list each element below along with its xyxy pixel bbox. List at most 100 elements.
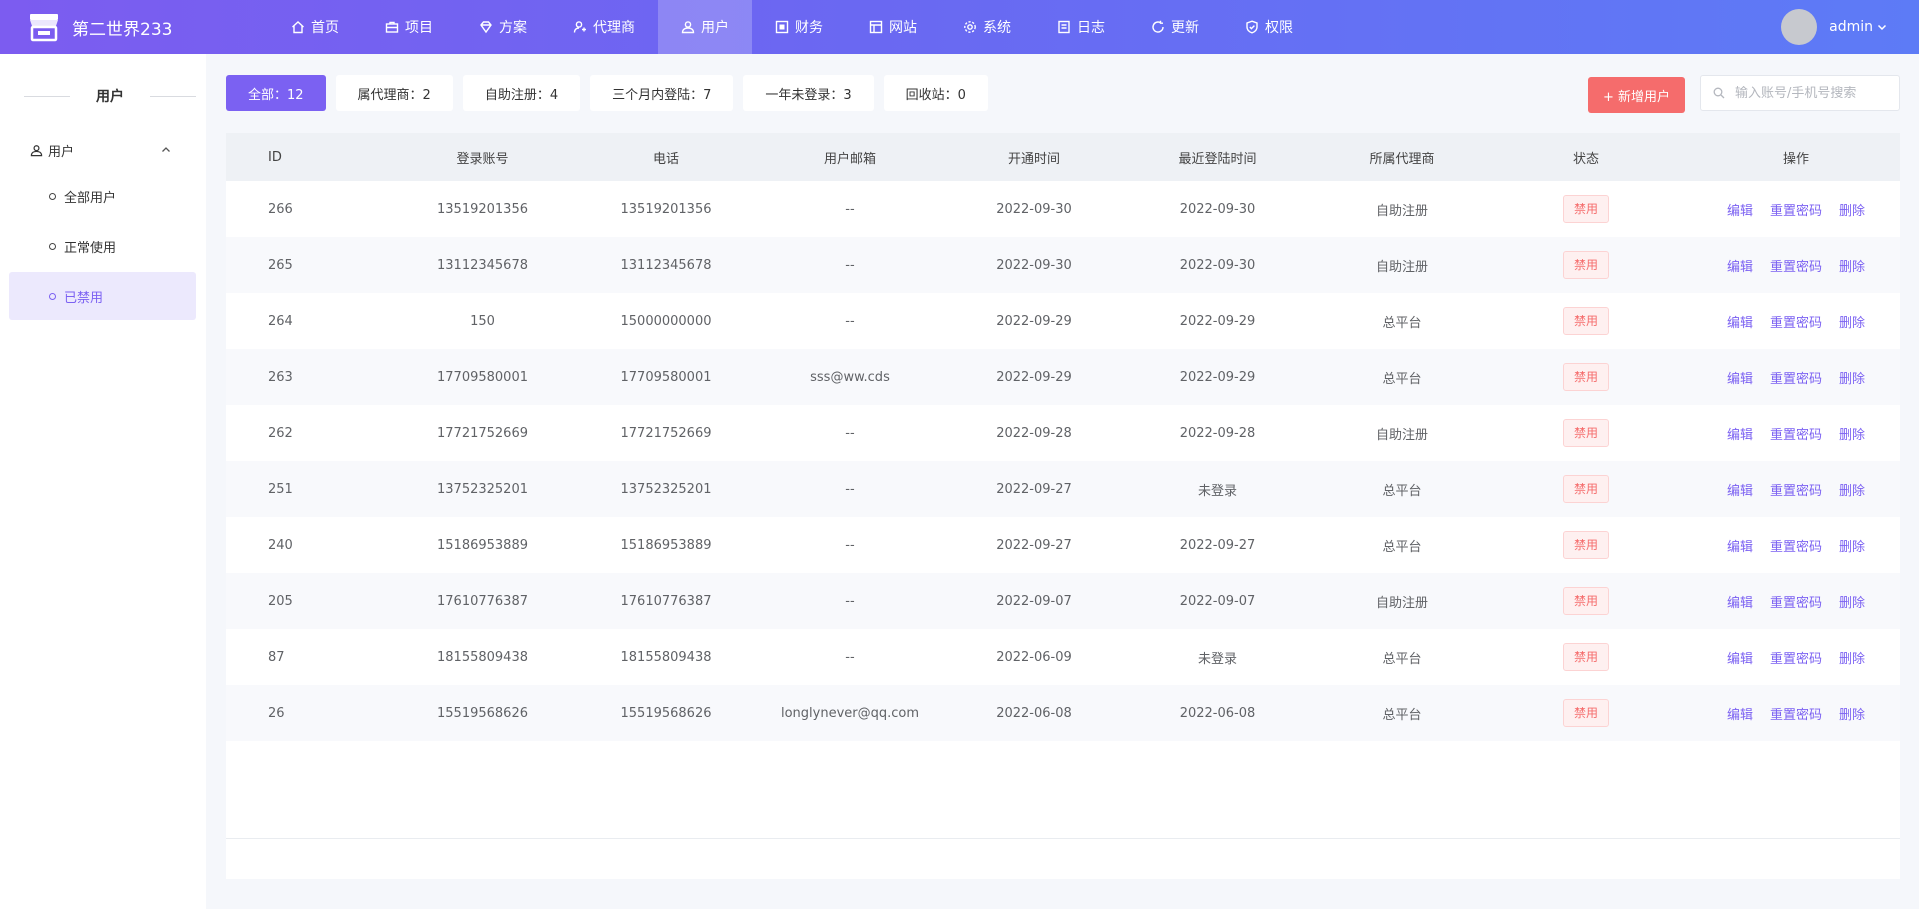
edit-link[interactable]: 编辑 bbox=[1727, 592, 1753, 611]
nav-finance[interactable]: 财务 bbox=[752, 0, 846, 54]
cell-status: 禁用 bbox=[1480, 643, 1692, 671]
delete-link[interactable]: 删除 bbox=[1839, 648, 1865, 667]
delete-link[interactable]: 删除 bbox=[1839, 480, 1865, 499]
avatar[interactable] bbox=[1781, 9, 1818, 45]
edit-link[interactable]: 编辑 bbox=[1727, 648, 1753, 667]
column-header-account[interactable]: 登录账号 bbox=[376, 148, 589, 167]
status-badge[interactable]: 禁用 bbox=[1562, 251, 1609, 279]
cell-agent: 自助注册 bbox=[1375, 203, 1428, 219]
reset-password-link[interactable]: 重置密码 bbox=[1770, 200, 1822, 219]
delete-link[interactable]: 删除 bbox=[1839, 424, 1865, 443]
nav-updates[interactable]: 更新 bbox=[1128, 0, 1222, 54]
status-badge[interactable]: 禁用 bbox=[1562, 419, 1609, 447]
sidebar-item-all-users[interactable]: 全部用户 bbox=[9, 172, 196, 220]
cell-status: 禁用 bbox=[1480, 475, 1692, 503]
filter-all[interactable]: 全部：12 bbox=[226, 75, 326, 111]
sidebar-item-disabled-users[interactable]: 已禁用 bbox=[9, 272, 196, 320]
edit-link[interactable]: 编辑 bbox=[1727, 312, 1753, 331]
edit-link[interactable]: 编辑 bbox=[1727, 704, 1753, 723]
table-row: 87 18155809438 18155809438 -- 2022-06-09 未登录 总… bbox=[226, 629, 1900, 685]
user-menu[interactable]: admin bbox=[1781, 0, 1887, 54]
status-badge[interactable]: 禁用 bbox=[1562, 587, 1609, 615]
sidebar-group-users[interactable]: 用户 bbox=[0, 132, 206, 168]
reset-password-link[interactable]: 重置密码 bbox=[1770, 648, 1822, 667]
filter-self-registered[interactable]: 自助注册：4 bbox=[462, 75, 581, 111]
filter-agent[interactable]: 属代理商：2 bbox=[335, 75, 453, 111]
delete-link[interactable]: 删除 bbox=[1839, 256, 1865, 275]
column-header-id[interactable]: ID bbox=[226, 150, 376, 165]
reset-password-link[interactable]: 重置密码 bbox=[1770, 424, 1822, 443]
cell-actions: 编辑 重置密码 删除 bbox=[1692, 312, 1900, 331]
cell-phone: 17709580001 bbox=[620, 369, 712, 385]
search-input[interactable] bbox=[1735, 85, 1895, 101]
column-header-email[interactable]: 用户邮箱 bbox=[743, 148, 957, 167]
cell-phone: 17721752669 bbox=[620, 425, 712, 441]
column-header-agent[interactable]: 所属代理商 bbox=[1324, 148, 1480, 167]
reset-password-link[interactable]: 重置密码 bbox=[1770, 592, 1822, 611]
nav-plans[interactable]: 方案 bbox=[456, 0, 550, 54]
cell-last-login: 2022-09-29 bbox=[1179, 369, 1256, 385]
reset-password-link[interactable]: 重置密码 bbox=[1770, 704, 1822, 723]
cell-id: 266 bbox=[268, 201, 293, 217]
nav-users[interactable]: 用户 bbox=[658, 0, 752, 54]
cell-actions: 编辑 重置密码 删除 bbox=[1692, 592, 1900, 611]
nav-label: 系统 bbox=[983, 20, 1011, 36]
edit-link[interactable]: 编辑 bbox=[1727, 200, 1753, 219]
cell-last-login: 2022-09-28 bbox=[1179, 425, 1256, 441]
divider bbox=[150, 95, 196, 97]
brand[interactable]: 第二世界233 bbox=[0, 12, 268, 42]
status-badge[interactable]: 禁用 bbox=[1562, 643, 1609, 671]
nav-permissions[interactable]: 权限 bbox=[1222, 0, 1316, 54]
cell-email: -- bbox=[845, 257, 855, 273]
row-actions: 编辑 重置密码 删除 bbox=[1692, 592, 1900, 611]
cell-last-login: 2022-06-08 bbox=[1179, 705, 1256, 721]
edit-link[interactable]: 编辑 bbox=[1727, 424, 1753, 443]
reset-password-link[interactable]: 重置密码 bbox=[1770, 368, 1822, 387]
column-header-status[interactable]: 状态 bbox=[1480, 148, 1692, 167]
column-header-phone[interactable]: 电话 bbox=[589, 148, 743, 167]
nav-website[interactable]: 网站 bbox=[846, 0, 940, 54]
add-user-button[interactable]: + 新增用户 bbox=[1588, 77, 1685, 113]
edit-link[interactable]: 编辑 bbox=[1727, 368, 1753, 387]
delete-link[interactable]: 删除 bbox=[1839, 200, 1865, 219]
delete-link[interactable]: 删除 bbox=[1839, 312, 1865, 331]
edit-link[interactable]: 编辑 bbox=[1727, 536, 1753, 555]
cell-actions: 编辑 重置密码 删除 bbox=[1692, 424, 1900, 443]
status-badge[interactable]: 禁用 bbox=[1562, 475, 1609, 503]
edit-link[interactable]: 编辑 bbox=[1727, 480, 1753, 499]
search-box[interactable] bbox=[1700, 75, 1900, 111]
reset-password-link[interactable]: 重置密码 bbox=[1770, 312, 1822, 331]
filter-recycle-bin[interactable]: 回收站：0 bbox=[883, 75, 988, 111]
status-badge[interactable]: 禁用 bbox=[1562, 363, 1609, 391]
table-row: 265 13112345678 13112345678 -- 2022-09-30 202… bbox=[226, 237, 1900, 293]
edit-link[interactable]: 编辑 bbox=[1727, 256, 1753, 275]
nav-logs[interactable]: 日志 bbox=[1034, 0, 1128, 54]
reset-password-link[interactable]: 重置密码 bbox=[1770, 480, 1822, 499]
table-row: 264 150 15000000000 -- 2022-09-29 2022-09-29 总… bbox=[226, 293, 1900, 349]
delete-link[interactable]: 删除 bbox=[1839, 592, 1865, 611]
delete-link[interactable]: 删除 bbox=[1839, 536, 1865, 555]
nav-projects[interactable]: 项目 bbox=[362, 0, 456, 54]
status-badge[interactable]: 禁用 bbox=[1562, 699, 1609, 727]
sidebar-item-active-users[interactable]: 正常使用 bbox=[9, 222, 196, 270]
reset-password-link[interactable]: 重置密码 bbox=[1770, 256, 1822, 275]
column-header-actions[interactable]: 操作 bbox=[1692, 148, 1900, 167]
filter-inactive-year[interactable]: 一年未登录：3 bbox=[743, 75, 874, 111]
delete-link[interactable]: 删除 bbox=[1839, 704, 1865, 723]
cell-account: 13112345678 bbox=[437, 257, 528, 273]
delete-link[interactable]: 删除 bbox=[1839, 368, 1865, 387]
filter-recent-login[interactable]: 三个月内登陆：7 bbox=[590, 75, 734, 111]
nav-home[interactable]: 首页 bbox=[268, 0, 362, 54]
table-row: 263 17709580001 17709580001 sss@ww.cds 2022-… bbox=[226, 349, 1900, 405]
status-badge[interactable]: 禁用 bbox=[1562, 531, 1609, 559]
nav-agents[interactable]: 代理商 bbox=[550, 0, 658, 54]
nav-label: 网站 bbox=[889, 20, 917, 36]
column-header-opened[interactable]: 开通时间 bbox=[957, 148, 1111, 167]
status-badge[interactable]: 禁用 bbox=[1562, 307, 1609, 335]
row-actions: 编辑 重置密码 删除 bbox=[1692, 648, 1900, 667]
cell-agent: 自助注册 bbox=[1375, 427, 1428, 443]
status-badge[interactable]: 禁用 bbox=[1562, 195, 1609, 223]
reset-password-link[interactable]: 重置密码 bbox=[1770, 536, 1822, 555]
column-header-last-login[interactable]: 最近登陆时间 bbox=[1111, 148, 1324, 167]
nav-system[interactable]: 系统 bbox=[940, 0, 1034, 54]
